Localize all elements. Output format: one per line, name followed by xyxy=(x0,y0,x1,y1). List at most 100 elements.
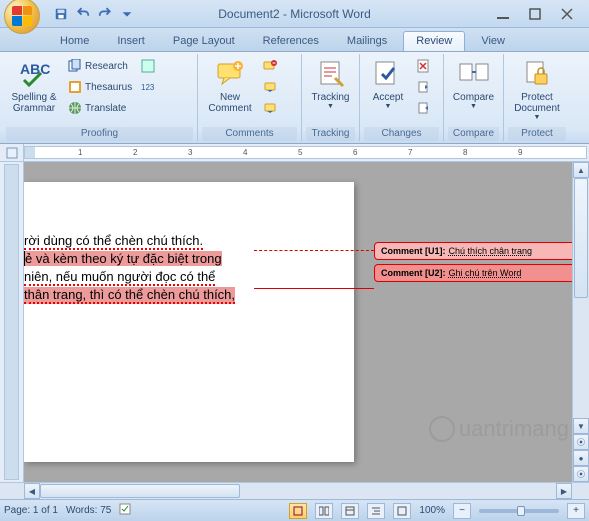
zoom-out-icon[interactable]: − xyxy=(453,503,471,519)
view-draft-icon[interactable] xyxy=(393,503,411,519)
comment-connector xyxy=(254,250,374,251)
horizontal-ruler[interactable]: /*nums drawn below via JS*/ 123456789 xyxy=(24,146,587,159)
group-label-tracking: Tracking xyxy=(306,127,355,141)
delete-comment-icon[interactable] xyxy=(260,56,280,76)
document-area[interactable]: rời dùng có thể chèn chú thích. ẻ và kèm… xyxy=(24,162,589,482)
scroll-down-icon[interactable]: ▼ xyxy=(573,418,589,434)
window-controls xyxy=(493,6,589,22)
group-changes: Accept ▼ Changes xyxy=(360,54,444,141)
view-outline-icon[interactable] xyxy=(367,503,385,519)
reject-icon[interactable] xyxy=(414,56,434,76)
spelling-icon: ABC xyxy=(18,58,50,90)
view-web-layout-icon[interactable] xyxy=(341,503,359,519)
watermark: uantrimang xyxy=(429,416,569,442)
ruler-tick: 4 xyxy=(243,148,247,157)
view-full-screen-icon[interactable] xyxy=(315,503,333,519)
research-button[interactable]: Research xyxy=(64,56,136,76)
office-button[interactable] xyxy=(4,0,40,34)
zoom-slider-thumb[interactable] xyxy=(517,506,525,516)
ribbon-tabs: Home Insert Page Layout References Maili… xyxy=(0,28,589,52)
qat-customize-icon[interactable] xyxy=(118,5,136,23)
quick-access-toolbar xyxy=(52,5,136,23)
zoom-slider[interactable] xyxy=(479,509,559,513)
maximize-button[interactable] xyxy=(525,6,545,22)
group-label-protect: Protect xyxy=(508,127,566,141)
group-comments: New Comment Comments xyxy=(198,54,302,141)
chevron-down-icon: ▼ xyxy=(534,114,541,121)
translate-button[interactable]: Translate xyxy=(64,98,136,118)
new-comment-icon xyxy=(214,58,246,90)
tab-home[interactable]: Home xyxy=(48,32,101,51)
status-bar: Page: 1 of 1 Words: 75 100% − + xyxy=(0,499,589,521)
scroll-thumb[interactable] xyxy=(40,484,240,498)
document-page[interactable]: rời dùng có thể chèn chú thích. ẻ và kèm… xyxy=(24,182,354,462)
tab-page-layout[interactable]: Page Layout xyxy=(161,32,247,51)
tab-insert[interactable]: Insert xyxy=(105,32,157,51)
zoom-in-icon[interactable]: + xyxy=(567,503,585,519)
ruler-tick: 1 xyxy=(78,148,82,157)
group-label-changes: Changes xyxy=(364,127,439,141)
accept-icon xyxy=(372,58,404,90)
accept-button[interactable]: Accept ▼ xyxy=(364,56,412,112)
redo-icon[interactable] xyxy=(96,5,114,23)
close-button[interactable] xyxy=(557,6,577,22)
next-change-icon[interactable] xyxy=(414,98,434,118)
thesaurus-button[interactable]: Thesaurus xyxy=(64,77,136,97)
research-icon xyxy=(68,59,82,73)
proofing-status-icon[interactable] xyxy=(119,502,133,519)
vertical-ruler[interactable] xyxy=(0,162,24,482)
scroll-up-icon[interactable]: ▲ xyxy=(573,162,589,178)
comment-balloon[interactable]: Comment [U1]:Chú thích chân trang xyxy=(374,242,579,260)
document-text[interactable]: rời dùng có thể chèn chú thích. ẻ và kèm… xyxy=(24,232,342,304)
protect-icon xyxy=(521,58,553,90)
minimize-button[interactable] xyxy=(493,6,513,22)
tab-mailings[interactable]: Mailings xyxy=(335,32,399,51)
protect-document-button[interactable]: Protect Document ▼ xyxy=(508,56,566,123)
ruler-corner[interactable] xyxy=(0,144,24,161)
previous-page-icon[interactable]: ⦿ xyxy=(573,434,589,450)
set-language-icon[interactable] xyxy=(138,56,158,76)
ruler-tick: 3 xyxy=(188,148,192,157)
svg-text:123: 123 xyxy=(141,83,155,92)
ruler-tick: 5 xyxy=(298,148,302,157)
window-title: Document2 - Microsoft Word xyxy=(218,7,371,21)
chevron-down-icon: ▼ xyxy=(470,103,477,110)
group-label-comments: Comments xyxy=(202,127,297,141)
spelling-grammar-button[interactable]: ABC Spelling & Grammar xyxy=(6,56,62,116)
scroll-left-icon[interactable]: ◀ xyxy=(24,483,40,499)
group-compare: Compare ▼ Compare xyxy=(444,54,504,141)
previous-comment-icon[interactable] xyxy=(260,77,280,97)
tracking-icon xyxy=(315,58,347,90)
horizontal-ruler-row: /*nums drawn below via JS*/ 123456789 xyxy=(0,144,589,162)
ruler-tick: 6 xyxy=(353,148,357,157)
scroll-thumb[interactable] xyxy=(574,178,588,298)
next-page-icon[interactable]: ⦿ xyxy=(573,466,589,482)
group-label-proofing: Proofing xyxy=(6,127,193,141)
new-comment-button[interactable]: New Comment xyxy=(202,56,258,116)
compare-icon xyxy=(458,58,490,90)
tab-references[interactable]: References xyxy=(251,32,331,51)
view-print-layout-icon[interactable] xyxy=(289,503,307,519)
scroll-right-icon[interactable]: ▶ xyxy=(556,483,572,499)
ruler-tick: 8 xyxy=(463,148,467,157)
save-icon[interactable] xyxy=(52,5,70,23)
comment-balloon[interactable]: Comment [U2]:Ghi chú trên Word xyxy=(374,264,579,282)
svg-text:ABC: ABC xyxy=(20,61,50,77)
ruler-tick: 7 xyxy=(408,148,412,157)
horizontal-scrollbar[interactable]: ◀ ▶ xyxy=(0,482,589,499)
tab-review[interactable]: Review xyxy=(403,31,465,51)
browse-object-icon[interactable]: ● xyxy=(573,450,589,466)
document-workspace: rời dùng có thể chèn chú thích. ẻ và kèm… xyxy=(0,162,589,482)
undo-icon[interactable] xyxy=(74,5,92,23)
group-label-compare: Compare xyxy=(448,127,499,141)
word-count-icon[interactable]: 123 xyxy=(138,77,158,97)
group-proofing: ABC Spelling & Grammar Research Thesauru… xyxy=(2,54,198,141)
vertical-scrollbar[interactable]: ▲ ▼ ⦿ ● ⦿ xyxy=(572,162,589,482)
previous-change-icon[interactable] xyxy=(414,77,434,97)
next-comment-icon[interactable] xyxy=(260,98,280,118)
comment-connector xyxy=(254,288,374,289)
compare-button[interactable]: Compare ▼ xyxy=(448,56,499,112)
title-bar: Document2 - Microsoft Word xyxy=(0,0,589,28)
tab-view[interactable]: View xyxy=(469,32,517,51)
tracking-button[interactable]: Tracking ▼ xyxy=(306,56,355,112)
